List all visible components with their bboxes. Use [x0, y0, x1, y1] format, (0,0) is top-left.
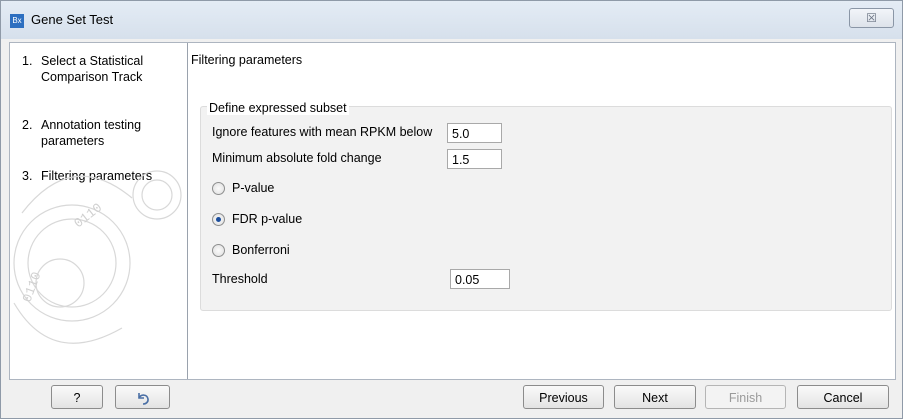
window-title: Gene Set Test	[31, 12, 114, 27]
threshold-label: Threshold	[212, 272, 268, 286]
reset-arrow-icon	[137, 393, 149, 405]
cancel-button[interactable]: Cancel	[797, 385, 889, 409]
previous-button[interactable]: Previous	[523, 385, 604, 409]
step-item-annotation-testing[interactable]: 2. Annotation testing parameters	[22, 117, 181, 149]
app-icon: Bx	[10, 14, 24, 28]
step-label: Select a Statistical Comparison Track	[41, 54, 144, 84]
step-number: 1.	[22, 54, 33, 68]
title-bar[interactable]: Bx Gene Set Test ☒	[1, 1, 902, 39]
close-button[interactable]: ☒	[849, 8, 894, 28]
ignore-features-label: Ignore features with mean RPKM below	[212, 125, 433, 139]
fdr-pvalue-radio[interactable]	[212, 213, 225, 226]
pvalue-label[interactable]: P-value	[232, 181, 274, 195]
threshold-input[interactable]: 0.05	[450, 269, 510, 289]
step-item-select-comparison-track[interactable]: 1. Select a Statistical Comparison Track	[22, 53, 181, 85]
group-title: Define expressed subset	[207, 101, 349, 115]
bonferroni-label[interactable]: Bonferroni	[232, 243, 290, 257]
min-fold-change-label: Minimum absolute fold change	[212, 151, 382, 165]
ignore-rpkm-input[interactable]: 5.0	[447, 123, 502, 143]
step-label: Annotation testing parameters	[41, 118, 142, 148]
fdr-pvalue-label[interactable]: FDR p-value	[232, 212, 302, 226]
svg-text:0110: 0110	[20, 270, 45, 304]
gene-set-test-dialog: Bx Gene Set Test ☒ 1. Select a Statistica…	[0, 0, 903, 419]
panel-title: Filtering parameters	[191, 53, 303, 67]
help-button[interactable]: ?	[51, 385, 103, 409]
bonferroni-radio[interactable]	[212, 244, 225, 257]
step-number: 2.	[22, 118, 33, 132]
dialog-content: 1. Select a Statistical Comparison Track …	[9, 42, 896, 380]
min-fold-change-input[interactable]: 1.5	[447, 149, 502, 169]
pvalue-radio[interactable]	[212, 182, 225, 195]
wizard-steps: 1. Select a Statistical Comparison Track …	[10, 43, 188, 379]
reset-button[interactable]	[115, 385, 170, 409]
filtering-panel: Filtering parameters Define expressed su…	[188, 43, 895, 379]
finish-button[interactable]: Finish	[705, 385, 786, 409]
next-button[interactable]: Next	[614, 385, 696, 409]
spiral-watermark-icon: 0110 0110	[13, 170, 182, 344]
